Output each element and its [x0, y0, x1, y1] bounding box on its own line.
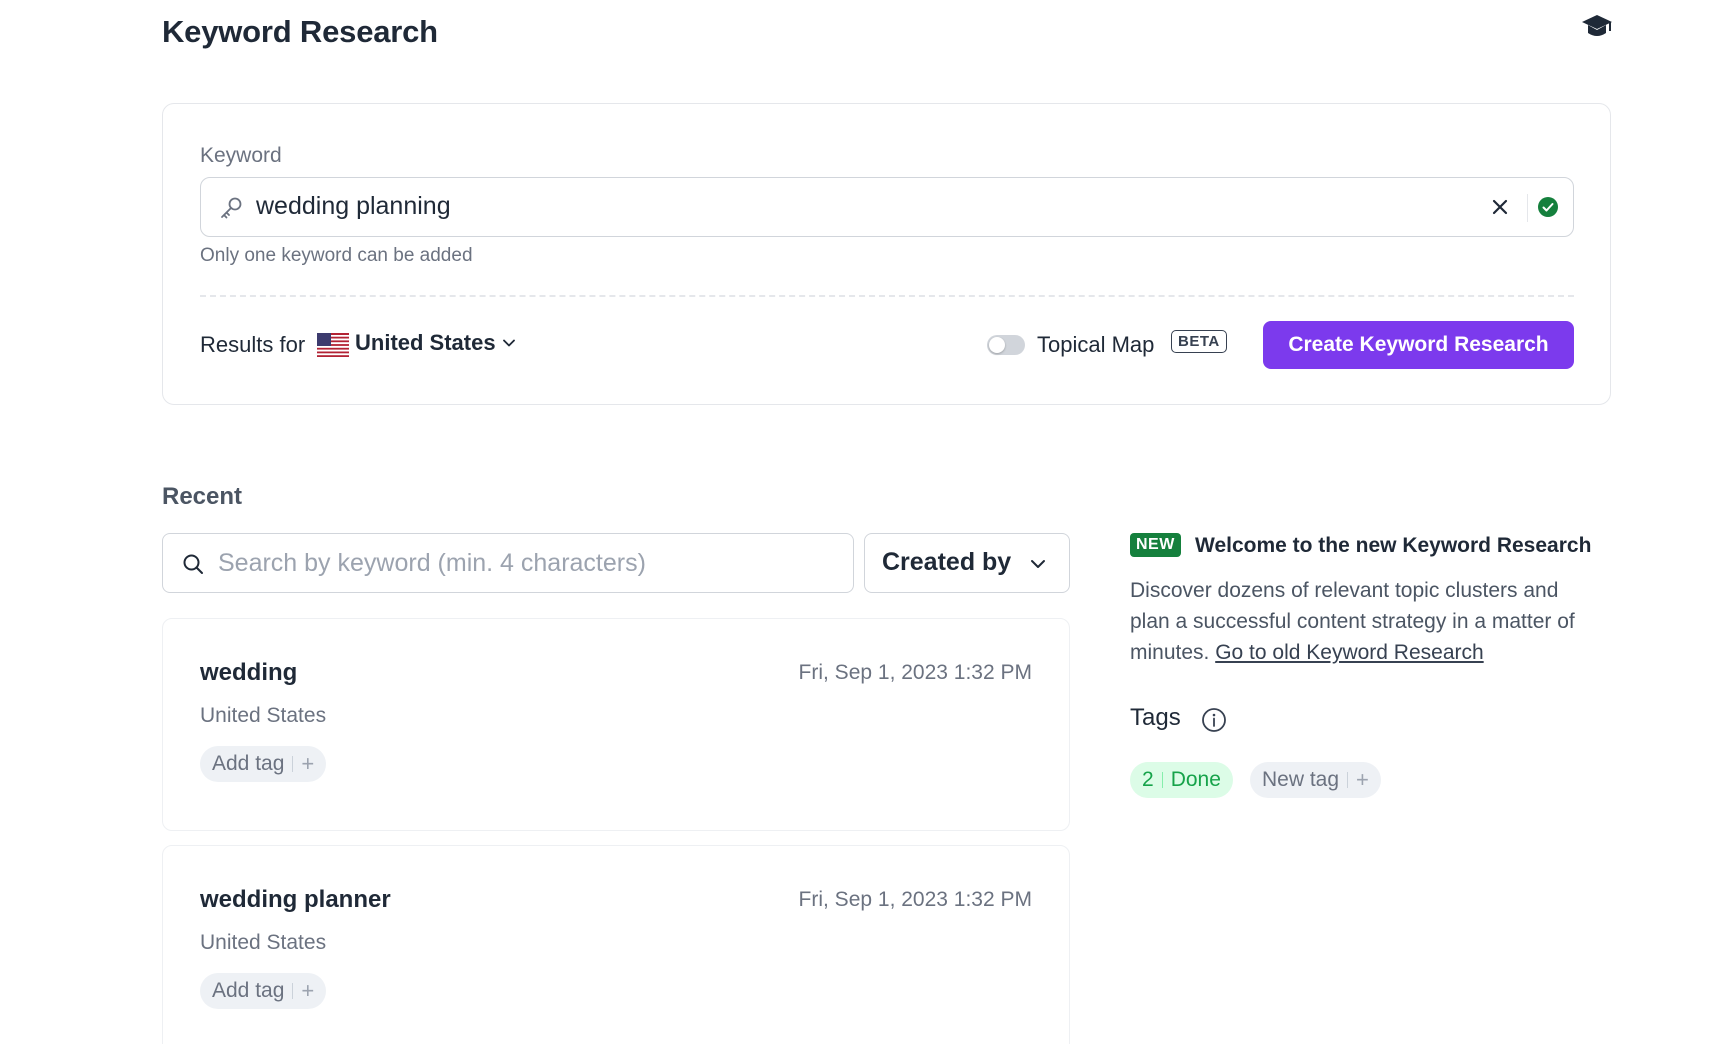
- tag-separator: [292, 983, 294, 999]
- plus-icon: +: [301, 751, 315, 776]
- country-select[interactable]: United States: [355, 330, 516, 356]
- new-tag-button[interactable]: New tag +: [1250, 762, 1381, 798]
- recent-item-date: Fri, Sep 1, 2023 1:32 PM: [798, 661, 1032, 684]
- add-tag-label: Add tag: [212, 979, 285, 1002]
- tag-separator: [1161, 772, 1163, 788]
- recent-item-country: United States: [200, 931, 327, 954]
- keyword-field-label: Keyword: [200, 144, 282, 167]
- welcome-title: Welcome to the new Keyword Research: [1195, 534, 1592, 557]
- results-for-label: Results for: [200, 332, 306, 357]
- country-select-value: United States: [355, 330, 496, 355]
- add-tag-label: Add tag: [212, 752, 285, 775]
- tag-separator: [1347, 772, 1349, 788]
- old-keyword-research-link[interactable]: Go to old Keyword Research: [1215, 641, 1483, 664]
- keyword-search-card: Keyword wedding planning Only one keywor…: [162, 103, 1611, 405]
- search-placeholder: Search by keyword (min. 4 characters): [218, 549, 646, 577]
- tag-label: Done: [1170, 768, 1221, 791]
- tag-separator: [292, 756, 294, 772]
- recent-search-input[interactable]: Search by keyword (min. 4 characters): [162, 533, 854, 593]
- recent-item[interactable]: wedding Fri, Sep 1, 2023 1:32 PM United …: [162, 618, 1070, 831]
- input-divider: [1527, 194, 1528, 222]
- tag-count: 2: [1142, 768, 1154, 791]
- plus-icon: +: [1356, 767, 1369, 792]
- key-icon: [221, 197, 242, 219]
- recent-item-title: wedding: [200, 659, 298, 686]
- topical-map-label: Topical Map: [1037, 332, 1155, 357]
- create-keyword-research-button[interactable]: Create Keyword Research: [1263, 321, 1574, 369]
- recent-item-title: wedding planner: [200, 886, 391, 913]
- recent-item-country: United States: [200, 704, 327, 727]
- new-tag-label: New tag: [1262, 768, 1340, 791]
- page-title: Keyword Research: [162, 14, 438, 49]
- tags-title: Tags: [1130, 704, 1181, 731]
- welcome-text: Discover dozens of relevant topic cluste…: [1130, 575, 1600, 668]
- info-icon[interactable]: [1201, 707, 1227, 733]
- chevron-down-icon: [502, 339, 515, 347]
- keyword-input-value: wedding planning: [256, 192, 451, 220]
- recent-item-date: Fri, Sep 1, 2023 1:32 PM: [798, 888, 1032, 911]
- chevron-down-icon: [1031, 560, 1045, 568]
- search-icon: [183, 554, 203, 574]
- add-tag-button[interactable]: Add tag +: [200, 746, 327, 782]
- keyword-input[interactable]: wedding planning: [200, 177, 1574, 237]
- plus-icon: +: [301, 978, 315, 1003]
- graduation-cap-icon[interactable]: [1580, 12, 1614, 42]
- recent-title: Recent: [162, 483, 243, 510]
- us-flag-icon: [317, 333, 349, 357]
- close-icon[interactable]: [1489, 196, 1511, 218]
- check-circle-icon: [1538, 197, 1558, 217]
- created-by-label: Created by: [882, 548, 1012, 576]
- topical-map-toggle[interactable]: [987, 335, 1025, 355]
- tag-done[interactable]: 2 Done: [1130, 762, 1233, 798]
- created-by-dropdown[interactable]: Created by: [864, 533, 1070, 593]
- toggle-knob: [989, 337, 1005, 353]
- add-tag-button[interactable]: Add tag +: [200, 973, 327, 1009]
- beta-badge: BETA: [1171, 330, 1227, 353]
- keyword-hint: Only one keyword can be added: [200, 245, 473, 266]
- new-badge: NEW: [1130, 533, 1181, 557]
- dashed-divider: [200, 295, 1574, 297]
- recent-item[interactable]: wedding planner Fri, Sep 1, 2023 1:32 PM…: [162, 845, 1070, 1044]
